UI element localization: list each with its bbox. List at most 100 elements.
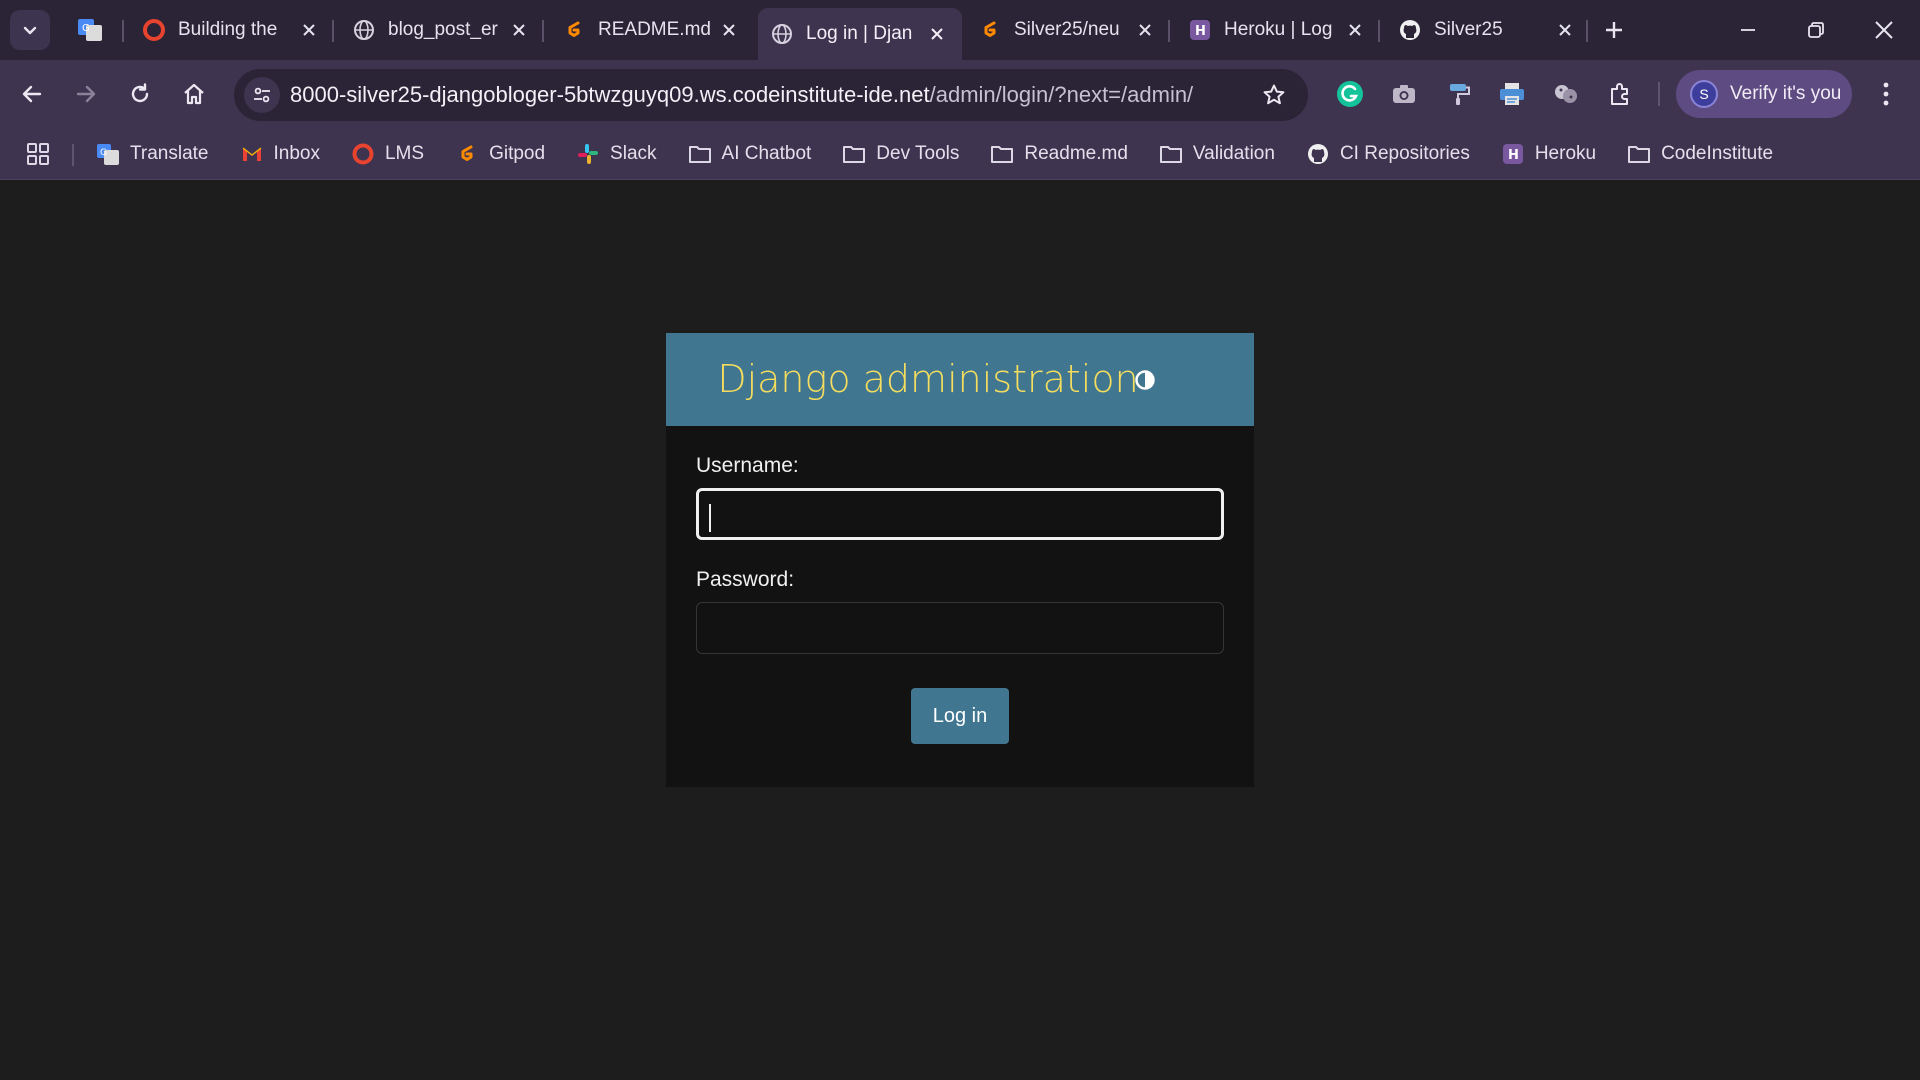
github-icon <box>1306 142 1330 166</box>
bookmark-gitpod[interactable]: Gitpod <box>453 134 547 174</box>
google-translate-icon: G <box>96 142 120 166</box>
extensions-button[interactable] <box>1603 77 1637 111</box>
print-extension[interactable] <box>1495 77 1529 111</box>
minimize-button[interactable] <box>1724 8 1772 52</box>
extensions-icon <box>1611 83 1628 105</box>
star-icon <box>1263 84 1285 105</box>
password-input[interactable] <box>696 602 1224 654</box>
chevron-down-icon <box>23 26 37 35</box>
gitpod-icon <box>562 18 586 42</box>
browser-menu-button[interactable] <box>1870 74 1902 114</box>
password-row: Password: <box>696 568 1224 654</box>
tab-silver25[interactable]: Silver25 <box>1386 10 1590 50</box>
submit-row: Log in <box>696 688 1224 744</box>
close-icon[interactable] <box>298 19 320 41</box>
close-window-button[interactable] <box>1860 8 1908 52</box>
username-input[interactable] <box>696 488 1224 540</box>
camera-icon <box>1393 85 1415 103</box>
reload-button[interactable] <box>120 74 160 114</box>
avatar: S <box>1690 80 1718 108</box>
svg-text:H: H <box>1195 24 1206 39</box>
bookmark-ci-repositories[interactable]: CI Repositories <box>1304 134 1472 174</box>
new-tab-button[interactable] <box>1598 14 1630 46</box>
close-icon[interactable] <box>926 23 948 45</box>
back-button[interactable] <box>12 74 52 114</box>
profile-button[interactable]: S Verify it's you <box>1676 70 1852 118</box>
apps-button[interactable] <box>22 138 54 170</box>
tab-title: Silver25/neu <box>1014 19 1120 40</box>
bookmarks-divider <box>72 144 74 166</box>
globe-icon <box>352 18 376 42</box>
bookmark-heroku[interactable]: H Heroku <box>1499 134 1598 174</box>
gmail-icon <box>240 142 264 166</box>
folder-icon <box>1627 142 1651 166</box>
bookmark-folder-dev-tools[interactable]: Dev Tools <box>840 134 961 174</box>
bookmark-folder-validation[interactable]: Validation <box>1157 134 1277 174</box>
bookmark-label: Readme.md <box>1024 143 1128 164</box>
bookmark-folder-readme[interactable]: Readme.md <box>988 134 1130 174</box>
tab-readme[interactable]: README.md <box>550 10 754 50</box>
tab-search-button[interactable] <box>10 10 50 50</box>
close-icon[interactable] <box>718 19 740 41</box>
bookmark-inbox[interactable]: Inbox <box>238 134 322 174</box>
url-path: /admin/login/?next=/admin/ <box>929 82 1194 107</box>
address-bar[interactable]: 8000-silver25-djangobloger-5btwzguyq09.w… <box>234 69 1308 121</box>
bookmark-translate[interactable]: G Translate <box>94 134 211 174</box>
tab-separator <box>122 20 124 42</box>
color-picker-extension[interactable] <box>1441 77 1475 111</box>
url-text[interactable]: 8000-silver25-djangobloger-5btwzguyq09.w… <box>290 69 1193 121</box>
tune-icon <box>254 87 270 103</box>
home-button[interactable] <box>174 74 214 114</box>
bookmark-slack[interactable]: Slack <box>574 134 658 174</box>
puzzle-piece-icon <box>1555 85 1577 103</box>
screenshot-extension[interactable] <box>1387 77 1421 111</box>
bookmark-label: Validation <box>1192 143 1275 164</box>
pinned-tab-translate[interactable]: G <box>74 14 106 46</box>
folder-icon <box>842 142 866 166</box>
contrast-icon <box>1135 370 1155 390</box>
bookmark-label: CI Repositories <box>1339 143 1470 164</box>
url-host: 8000-silver25-djangobloger-5btwzguyq09.w… <box>290 82 930 107</box>
folder-icon <box>1159 142 1183 166</box>
tab-title: Heroku | Log <box>1224 19 1333 40</box>
bookmark-label: AI Chatbot <box>721 143 812 164</box>
google-translate-icon: G <box>78 19 102 41</box>
bookmark-folder-ai-chatbot[interactable]: AI Chatbot <box>686 134 814 174</box>
theme-toggle-button[interactable] <box>1133 368 1157 392</box>
plus-icon <box>1606 22 1622 38</box>
close-icon[interactable] <box>1554 19 1576 41</box>
tab-building[interactable]: Building the <box>130 10 334 50</box>
minimize-icon <box>1741 29 1755 31</box>
tab-blog-post[interactable]: blog_post_er <box>340 10 544 50</box>
tab-strip: G Building the blog_post_er README.md Lo… <box>0 0 1920 60</box>
login-button[interactable]: Log in <box>911 688 1009 744</box>
tab-django-login[interactable]: Log in | Djan <box>758 8 962 60</box>
arrow-left-icon <box>22 85 42 103</box>
gitpod-icon <box>978 18 1002 42</box>
reload-icon <box>131 83 149 103</box>
tab-title: Silver25 <box>1434 19 1503 40</box>
restore-button[interactable] <box>1792 8 1840 52</box>
bookmark-lms[interactable]: LMS <box>349 134 426 174</box>
cookie-extension[interactable] <box>1549 77 1583 111</box>
grammarly-extension[interactable] <box>1333 77 1367 111</box>
grammarly-icon <box>1337 81 1363 107</box>
bookmarks-bar: G Translate Inbox LMS Gitpod Slack AI Ch… <box>0 128 1920 180</box>
page-content: Django administration Username: Password… <box>0 181 1920 1080</box>
site-name[interactable]: Django administration <box>666 333 1190 426</box>
globe-icon <box>770 22 794 46</box>
tab-heroku[interactable]: H Heroku | Log <box>1176 10 1380 50</box>
apps-grid-icon <box>27 143 49 165</box>
profile-status-label: Verify it's you <box>1730 83 1842 104</box>
site-info-button[interactable] <box>244 77 280 113</box>
tab-silver25-neu[interactable]: Silver25/neu <box>966 10 1170 50</box>
close-icon[interactable] <box>1344 19 1366 41</box>
close-icon[interactable] <box>1134 19 1156 41</box>
forward-button[interactable] <box>66 74 106 114</box>
close-icon[interactable] <box>508 19 530 41</box>
heroku-icon: H <box>1501 142 1525 166</box>
bookmark-star-button[interactable] <box>1258 79 1290 111</box>
bookmark-label: Translate <box>130 143 209 164</box>
bookmark-folder-codeinstitute[interactable]: CodeInstitute <box>1625 134 1775 174</box>
folder-icon <box>688 142 712 166</box>
